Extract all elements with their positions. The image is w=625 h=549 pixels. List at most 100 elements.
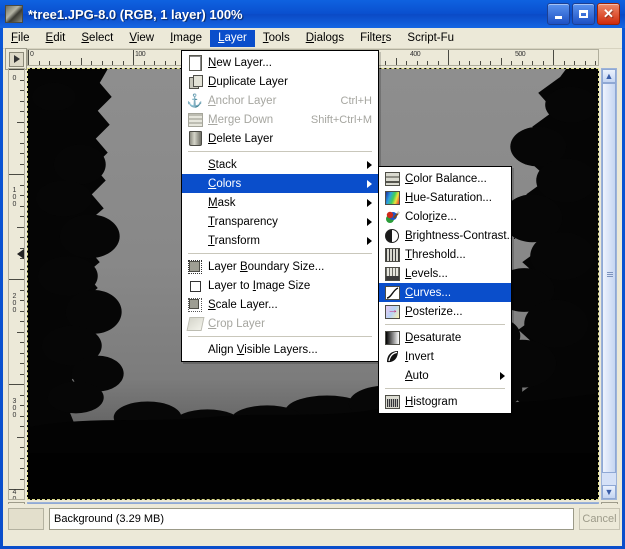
menu-item-hue-saturation[interactable]: Hue-Saturation... <box>379 188 511 207</box>
menu-item-new-layer[interactable]: New Layer... <box>182 53 378 72</box>
menu-item-layer-boundary-size[interactable]: Layer Boundary Size... <box>182 257 378 276</box>
status-bar: Background (3.29 MB) Cancel <box>3 504 622 546</box>
window-title: *tree1.JPG-8.0 (RGB, 1 layer) 100% <box>28 6 243 22</box>
image-thumbnail-icon <box>5 5 23 23</box>
menubar-item-view[interactable]: View <box>121 30 162 47</box>
menu-item-delete-layer[interactable]: Delete Layer <box>182 129 378 148</box>
new-layer-icon <box>186 54 204 71</box>
menu-icon-none <box>186 176 204 192</box>
menu-item-layer-to-image-size[interactable]: Layer to Image Size <box>182 276 378 295</box>
threshold-icon <box>383 247 401 263</box>
ruler-tick <box>574 61 575 65</box>
crop-layer-icon <box>186 316 204 332</box>
menu-item-label: Desaturate <box>405 331 462 344</box>
menu-item-threshold[interactable]: Threshold... <box>379 245 511 264</box>
window-controls: ✕ <box>547 3 620 25</box>
menubar-item-edit[interactable]: Edit <box>38 30 74 47</box>
menu-item-invert[interactable]: Invert <box>379 347 511 366</box>
menu-item-label: Layer Boundary Size... <box>208 260 325 273</box>
colorize-icon <box>383 209 401 225</box>
menubar-item-select[interactable]: Select <box>73 30 121 47</box>
submenu-arrow-icon <box>367 236 372 245</box>
menu-item-posterize[interactable]: Posterize... <box>379 302 511 321</box>
ruler-tick <box>20 90 24 91</box>
menu-item-levels[interactable]: Levels... <box>379 264 511 283</box>
submenu-arrow-icon <box>367 217 372 226</box>
menu-item-label: Curves... <box>405 286 452 299</box>
close-button[interactable]: ✕ <box>597 3 620 25</box>
cancel-button[interactable]: Cancel <box>579 508 620 530</box>
ruler-tick <box>112 61 113 65</box>
ruler-tick <box>9 69 24 70</box>
ruler-tick <box>20 195 24 196</box>
layer-to-image-size-icon <box>186 278 204 294</box>
menu-item-transform[interactable]: Transform <box>182 231 378 250</box>
menu-item-curves[interactable]: Curves... <box>379 283 511 302</box>
menu-item-scale-layer[interactable]: Scale Layer... <box>182 295 378 314</box>
ruler-tick <box>20 468 24 469</box>
ruler-tick <box>396 58 397 65</box>
ruler-origin-button[interactable] <box>5 48 27 70</box>
menu-item-duplicate-layer[interactable]: Duplicate Layer <box>182 72 378 91</box>
gimp-window: *tree1.JPG-8.0 (RGB, 1 layer) 100% ✕ Fil… <box>0 0 625 549</box>
ruler-tick <box>9 279 24 280</box>
vertical-scroll-thumb[interactable] <box>602 83 616 473</box>
menu-item-transparency[interactable]: Transparency <box>182 212 378 231</box>
vertical-scrollbar[interactable]: ▲ ▼ <box>601 68 617 500</box>
menu-item-desaturate[interactable]: Desaturate <box>379 328 511 347</box>
menu-item-colors[interactable]: Colors <box>182 174 378 193</box>
ruler-tick <box>20 143 24 144</box>
menu-item-color-balance[interactable]: Color Balance... <box>379 169 511 188</box>
ruler-tick <box>595 61 596 65</box>
menu-item-histogram[interactable]: Histogram <box>379 392 511 411</box>
trash-icon <box>186 131 204 147</box>
menubar-item-script-fu[interactable]: Script-Fu <box>399 30 462 47</box>
maximize-button[interactable] <box>572 3 595 25</box>
menu-item-brightness-contrast[interactable]: Brightness-Contrast... <box>379 226 516 245</box>
menu-item-label: Color Balance... <box>405 172 487 185</box>
ruler-tick <box>144 61 145 65</box>
ruler-tick <box>154 61 155 65</box>
menubar-item-file[interactable]: File <box>3 30 38 47</box>
ruler-tick <box>175 61 176 65</box>
ruler-tick <box>70 61 71 65</box>
ruler-tick <box>522 61 523 65</box>
menu-item-merge-down: Merge Down Shift+Ctrl+M <box>182 110 378 129</box>
menu-item-mask[interactable]: Mask <box>182 193 378 212</box>
ruler-tick <box>60 61 61 65</box>
ruler-label: 0 <box>12 300 17 307</box>
hue-saturation-icon <box>383 190 401 206</box>
vertical-ruler[interactable]: 0100200300400 <box>8 68 25 500</box>
title-bar[interactable]: *tree1.JPG-8.0 (RGB, 1 layer) 100% ✕ <box>0 0 625 28</box>
menubar-item-filters[interactable]: Filters <box>352 30 399 47</box>
menubar-item-layer[interactable]: Layer <box>210 29 255 47</box>
menu-item-stack[interactable]: Stack <box>182 155 378 174</box>
ruler-tick <box>20 153 24 154</box>
scroll-up-button[interactable]: ▲ <box>602 69 616 83</box>
menu-item-colorize[interactable]: Colorize... <box>379 207 511 226</box>
scroll-down-button[interactable]: ▼ <box>602 485 616 499</box>
layer-menu-popup[interactable]: New Layer... Duplicate Layer ⚓ Anchor Layer… <box>181 50 379 362</box>
menubar-item-image[interactable]: Image <box>162 30 210 47</box>
merge-down-icon <box>186 112 204 128</box>
menubar-item-dialogs[interactable]: Dialogs <box>298 30 352 47</box>
ruler-tick <box>20 342 24 343</box>
menu-separator <box>188 253 372 254</box>
ruler-tick <box>20 269 24 270</box>
ruler-tick <box>553 50 554 65</box>
ruler-tick <box>123 61 124 65</box>
ruler-tick <box>20 321 24 322</box>
ruler-tick <box>511 61 512 65</box>
vertical-position-marker-icon <box>17 249 24 259</box>
menubar-item-tools[interactable]: Tools <box>255 30 298 47</box>
layer-boundary-size-icon <box>186 259 204 275</box>
ruler-tick <box>532 61 533 65</box>
ruler-tick <box>20 311 24 312</box>
submenu-arrow-icon <box>367 160 372 169</box>
menu-item-auto[interactable]: Auto <box>379 366 511 385</box>
colors-submenu-popup[interactable]: Color Balance... Hue-Saturation... Coloriz… <box>378 166 516 414</box>
scale-layer-icon <box>186 297 204 313</box>
minimize-button[interactable] <box>547 3 570 25</box>
menu-item-align-visible-layers[interactable]: Align Visible Layers... <box>182 340 378 359</box>
menu-item-label: Merge Down <box>208 113 274 126</box>
